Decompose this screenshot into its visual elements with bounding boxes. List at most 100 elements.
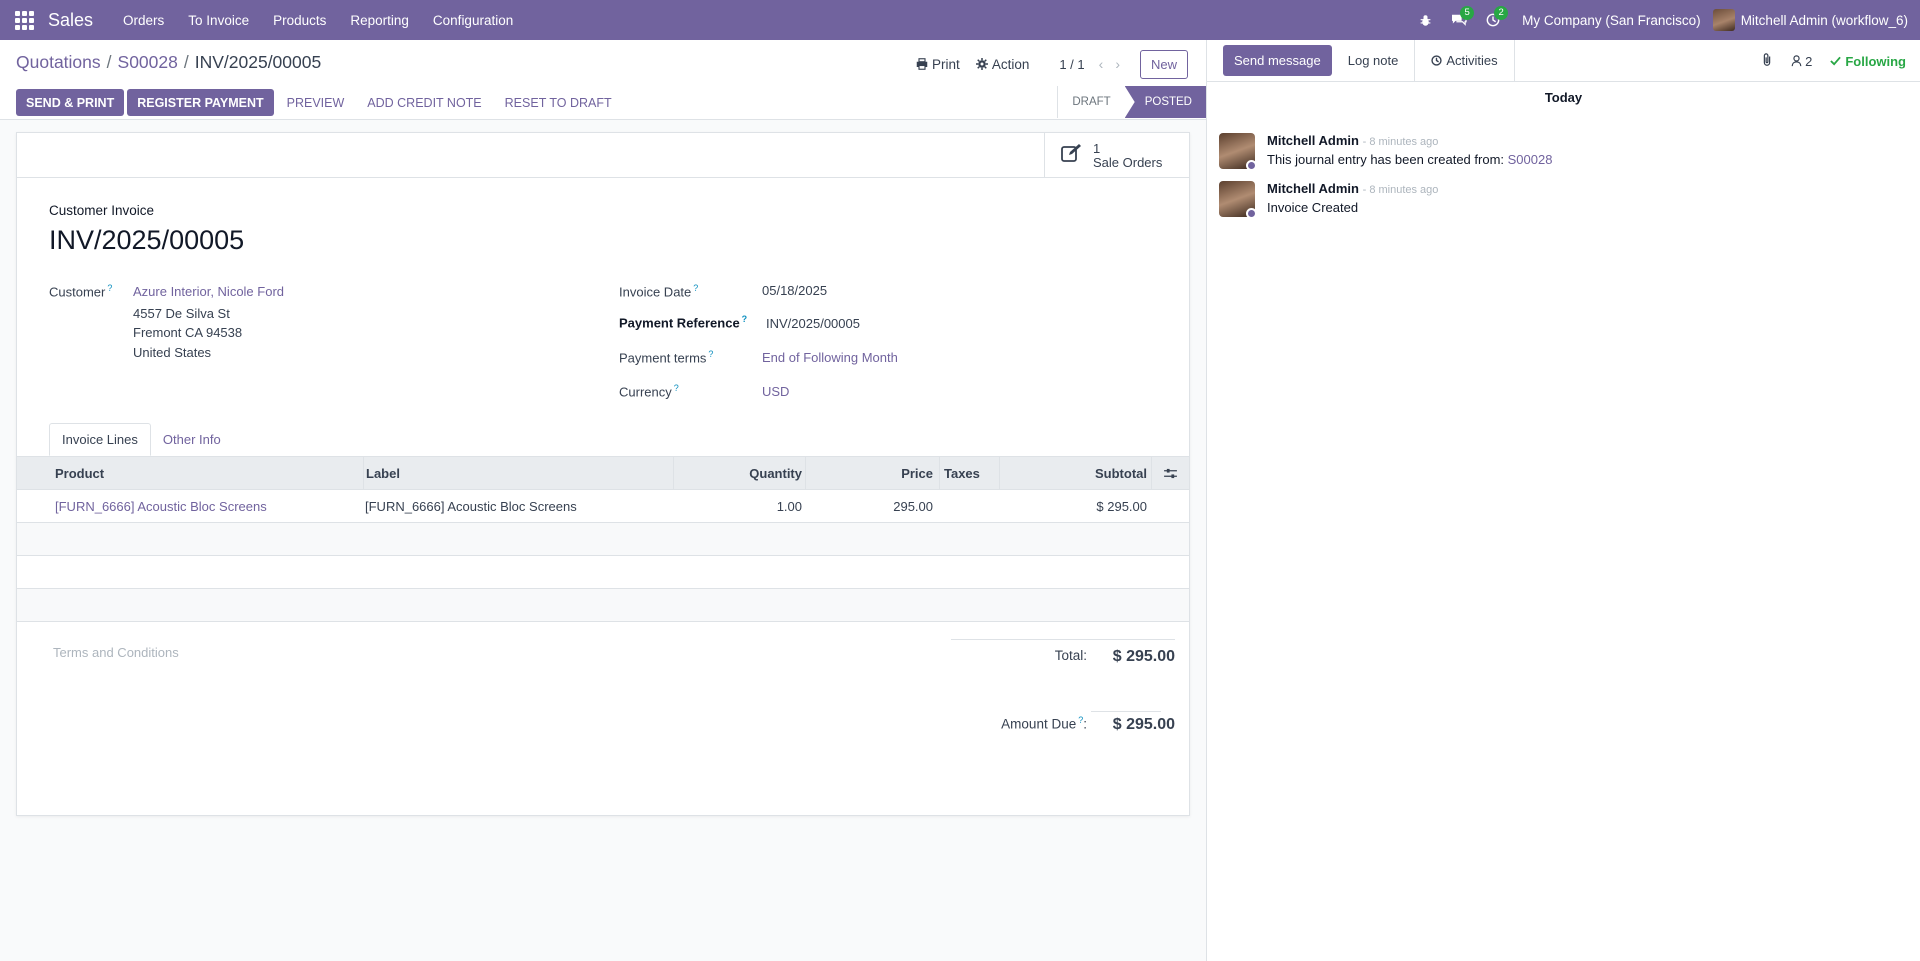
paperclip-icon[interactable]: [1761, 52, 1773, 70]
invoice-lines-table: Product Label Quantity Price Taxes Subto…: [17, 456, 1189, 622]
payment-reference-value[interactable]: INV/2025/00005: [766, 316, 860, 331]
row-price[interactable]: 295.00: [805, 490, 939, 522]
register-payment-button[interactable]: REGISTER PAYMENT: [127, 89, 274, 116]
header-quantity[interactable]: Quantity: [673, 457, 805, 489]
check-icon: [1830, 56, 1842, 66]
chevron-left-icon[interactable]: ‹: [1093, 56, 1110, 72]
apps-grid-icon[interactable]: [0, 0, 48, 40]
chatter-topbar: Send message Log note Activities 2 Follo…: [1207, 39, 1920, 82]
header-product[interactable]: Product: [53, 466, 363, 481]
breadcrumb-quotations[interactable]: Quotations: [16, 52, 101, 73]
breadcrumb-sale-order[interactable]: S00028: [118, 52, 178, 73]
total-value: $ 295.00: [1112, 648, 1175, 665]
action-label: Action: [991, 56, 1030, 72]
top-navbar: Sales Orders To Invoice Products Reporti…: [0, 0, 1920, 40]
chat-icon[interactable]: 5: [1442, 0, 1476, 40]
row-quantity[interactable]: 1.00: [673, 490, 805, 522]
reset-to-draft-button[interactable]: RESET TO DRAFT: [494, 89, 622, 116]
followers-count: 2: [1805, 53, 1813, 69]
message-author[interactable]: Mitchell Admin: [1267, 133, 1359, 148]
button-box: 1 Sale Orders: [17, 133, 1189, 178]
amount-due-divider: [1091, 711, 1161, 712]
breadcrumb-current: INV/2025/00005: [194, 52, 322, 72]
clock-icon: [1431, 55, 1442, 66]
user-avatar: [1712, 9, 1735, 31]
amount-due-value: $ 295.00: [1112, 716, 1175, 733]
header-price[interactable]: Price: [805, 457, 939, 489]
status-stages: DRAFT POSTED: [1057, 86, 1206, 118]
customer-address-line2: Fremont CA 94538: [133, 325, 243, 340]
header-subtotal[interactable]: Subtotal: [999, 457, 1151, 489]
followers-button[interactable]: 2: [1791, 54, 1812, 69]
new-button[interactable]: New: [1139, 49, 1188, 79]
menu-configuration[interactable]: Configuration: [421, 0, 525, 40]
company-switcher[interactable]: My Company (San Francisco): [1510, 13, 1713, 28]
message-record-link[interactable]: S00028: [1508, 152, 1553, 167]
app-brand[interactable]: Sales: [48, 10, 93, 31]
menu-orders[interactable]: Orders: [111, 0, 176, 40]
bug-icon[interactable]: [1408, 0, 1442, 40]
customer-name[interactable]: Azure Interior, Nicole Ford: [133, 284, 284, 299]
activities-badge: 2: [1494, 6, 1509, 20]
row-label[interactable]: [FURN_6666] Acoustic Bloc Screens: [363, 490, 673, 522]
breadcrumb: Quotations / S00028 / INV/2025/00005: [16, 52, 321, 73]
empty-row: [17, 556, 1189, 589]
stage-draft[interactable]: DRAFT: [1057, 86, 1125, 118]
form-tabs: Invoice Lines Other Info: [49, 423, 233, 456]
menu-products[interactable]: Products: [261, 0, 338, 40]
send-message-button[interactable]: Send message: [1223, 45, 1332, 76]
menu-to-invoice[interactable]: To Invoice: [176, 0, 261, 40]
header-taxes[interactable]: Taxes: [939, 457, 999, 489]
messages-badge: 5: [1460, 6, 1475, 20]
message-time: - 8 minutes ago: [1362, 184, 1439, 196]
tab-other-info[interactable]: Other Info: [151, 423, 233, 456]
print-button[interactable]: Print: [908, 57, 968, 72]
invoice-date-value[interactable]: 05/18/2025: [762, 283, 827, 298]
action-button[interactable]: Action: [968, 57, 1038, 72]
terms-and-conditions[interactable]: Terms and Conditions: [53, 645, 179, 660]
control-panel: Quotations / S00028 / INV/2025/00005 Pri…: [0, 40, 1206, 120]
payment-terms-label: Payment terms?: [619, 349, 714, 366]
currency-value[interactable]: USD: [762, 384, 789, 399]
payment-terms-value[interactable]: End of Following Month: [762, 350, 898, 365]
log-note-button[interactable]: Log note: [1332, 40, 1415, 82]
customer-label: Customer?: [49, 283, 113, 300]
status-actions: SEND & PRINT REGISTER PAYMENT PREVIEW AD…: [16, 89, 622, 116]
table-row[interactable]: [FURN_6666] Acoustic Bloc Screens [FURN_…: [17, 490, 1189, 523]
row-product[interactable]: [FURN_6666] Acoustic Bloc Screens: [53, 499, 363, 514]
clock-icon[interactable]: 2: [1476, 0, 1510, 40]
sale-orders-label: Sale Orders: [1093, 154, 1163, 170]
preview-button[interactable]: PREVIEW: [276, 89, 355, 116]
sliders-icon[interactable]: [1151, 457, 1189, 489]
message-time: - 8 minutes ago: [1362, 136, 1439, 148]
avatar[interactable]: [1219, 133, 1257, 171]
menu-reporting[interactable]: Reporting: [338, 0, 421, 40]
stage-posted[interactable]: POSTED: [1124, 86, 1206, 118]
currency-label: Currency?: [619, 383, 679, 400]
message-author[interactable]: Mitchell Admin: [1267, 181, 1359, 196]
customer-address-line3: United States: [133, 345, 212, 360]
user-menu[interactable]: Mitchell Admin (workflow_6): [1712, 9, 1908, 31]
user-icon: [1791, 55, 1802, 67]
invoice-number: INV/2025/00005: [49, 225, 245, 255]
print-label: Print: [932, 56, 960, 72]
chevron-right-icon[interactable]: ›: [1109, 56, 1126, 72]
row-subtotal: $ 295.00: [1096, 498, 1147, 514]
add-credit-note-button[interactable]: ADD CREDIT NOTE: [357, 89, 492, 116]
tab-invoice-lines[interactable]: Invoice Lines: [49, 423, 151, 456]
send-print-button[interactable]: SEND & PRINT: [16, 89, 125, 116]
activities-button[interactable]: Activities: [1414, 39, 1515, 82]
following-button[interactable]: Following: [1830, 54, 1906, 69]
chatter-panel: Send message Log note Activities 2 Follo…: [1206, 39, 1920, 961]
gear-icon: [975, 58, 988, 70]
avatar[interactable]: [1219, 181, 1257, 219]
totals-divider: [951, 639, 1175, 640]
sale-orders-smart-button[interactable]: 1 Sale Orders: [1044, 133, 1189, 178]
empty-row: [17, 523, 1189, 556]
message-item: Mitchell Admin - 8 minutes ago This jour…: [1219, 133, 1553, 171]
following-label: Following: [1845, 53, 1906, 69]
header-label[interactable]: Label: [363, 457, 673, 489]
date-separator: Today: [1544, 90, 1583, 105]
row-taxes[interactable]: [939, 490, 999, 522]
pager-value[interactable]: 1 / 1: [1059, 57, 1084, 72]
